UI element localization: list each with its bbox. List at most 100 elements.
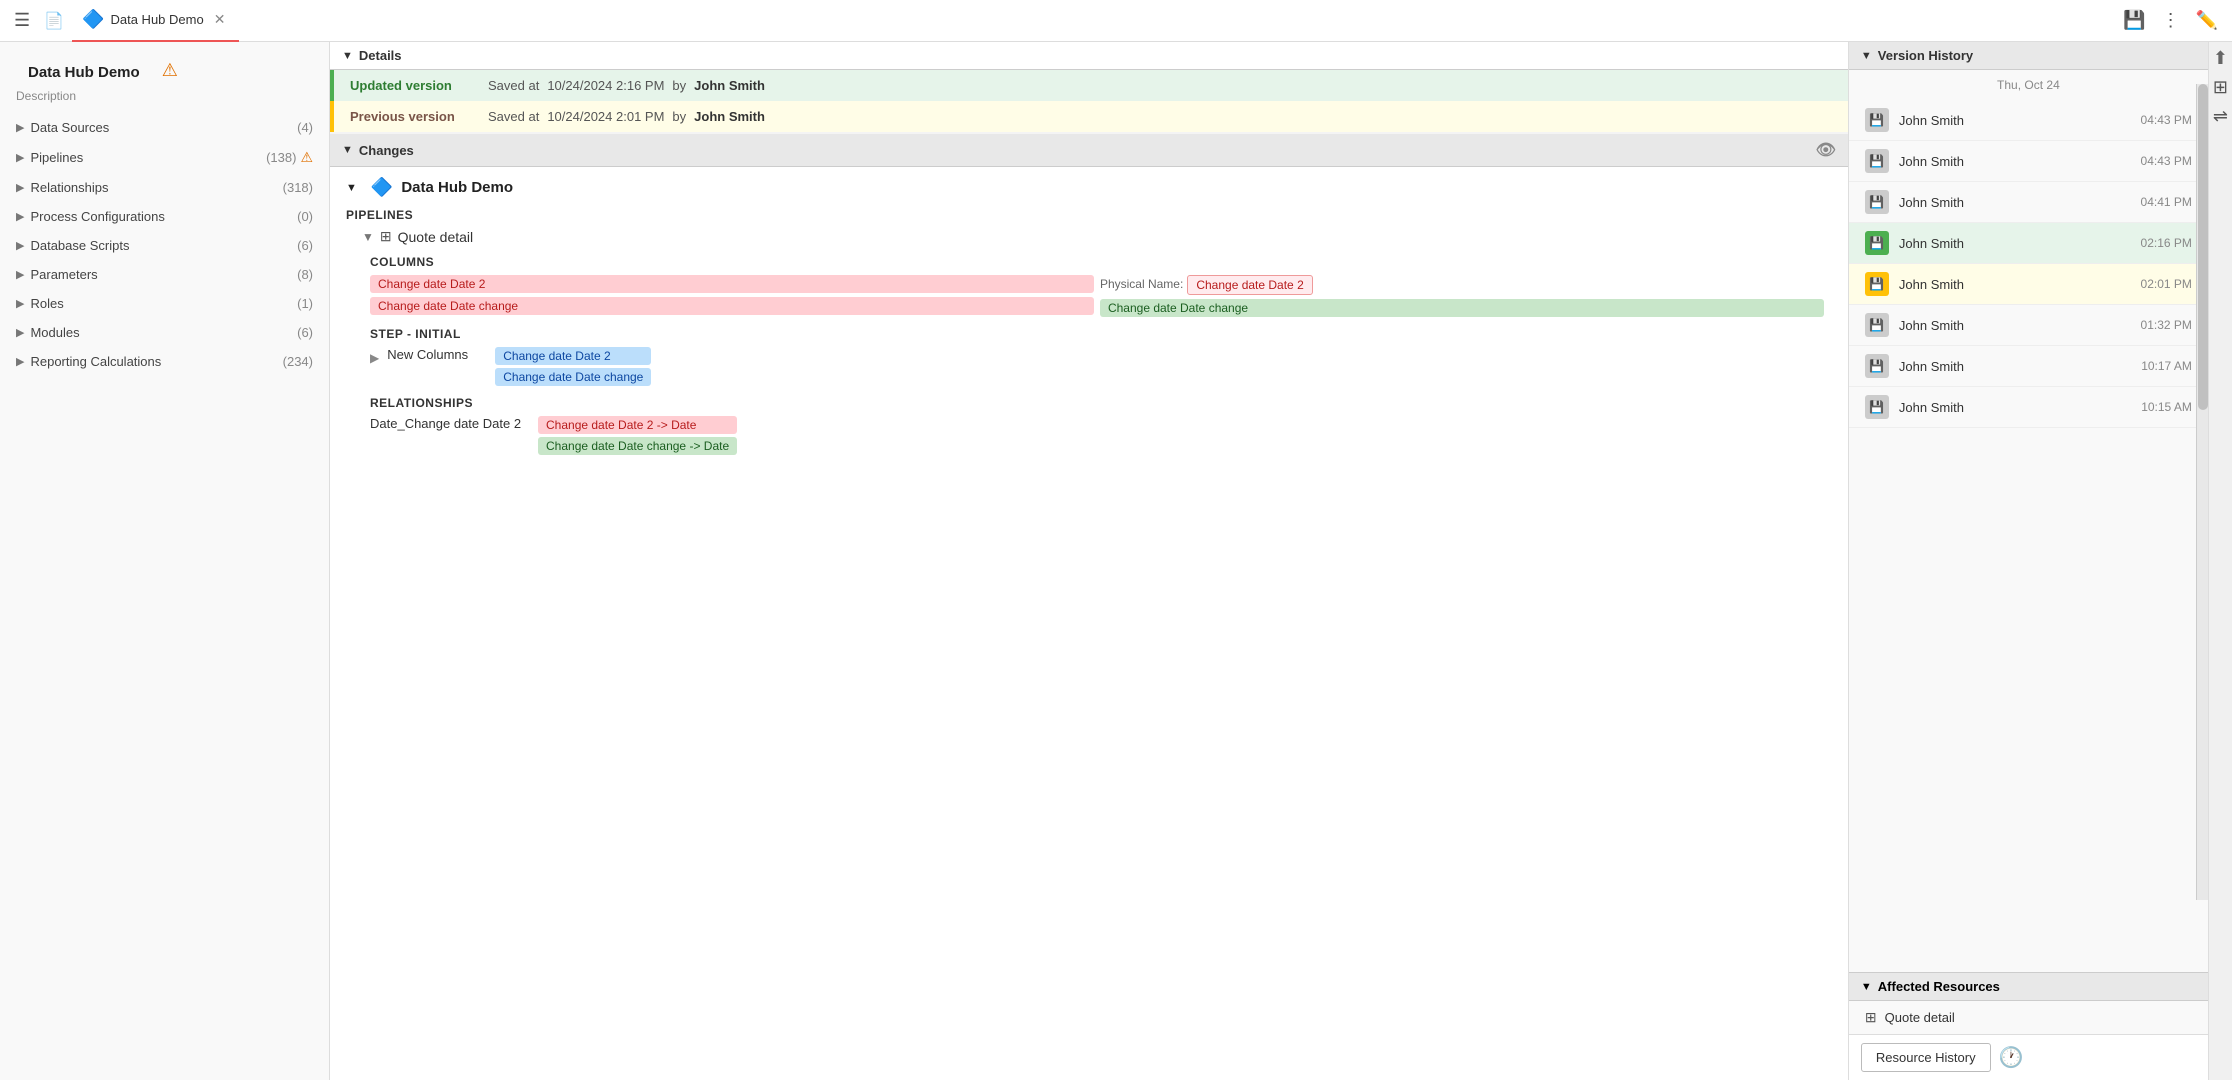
- parameters-count: (8): [297, 267, 313, 282]
- reporting-label: Reporting Calculations: [30, 354, 282, 369]
- pipeline-icon: ⊞: [380, 228, 392, 245]
- vh-time: 04:43 PM: [2141, 154, 2192, 168]
- db-scripts-count: (6): [297, 238, 313, 253]
- changes-visibility-icon[interactable]: 👁: [1816, 140, 1836, 160]
- right-footer: Resource History 🕐: [1849, 1034, 2208, 1080]
- pipelines-label: Pipelines: [30, 150, 266, 165]
- pipelines-count: (138): [266, 150, 296, 165]
- vh-save-icon: 💾: [1865, 395, 1889, 419]
- affected-resources-section-header: ▼ Affected Resources: [1849, 972, 2208, 1001]
- expand-arrow-icon: ▶: [16, 151, 24, 164]
- affected-resources-title: Affected Resources: [1878, 979, 2000, 994]
- version-history-item[interactable]: 💾 John Smith 04:41 PM: [1849, 182, 2208, 223]
- expand-arrow-icon: ▶: [16, 210, 24, 223]
- roles-count: (1): [297, 296, 313, 311]
- details-section-header: ▼ Details: [330, 42, 1848, 70]
- menu-icon[interactable]: ☰: [8, 6, 36, 35]
- data-sources-count: (4): [297, 120, 313, 135]
- db-scripts-label: Database Scripts: [30, 238, 297, 253]
- sidebar-item-pipelines[interactable]: ▶ Pipelines (138) ⚠: [0, 142, 329, 173]
- sidebar-item-reporting[interactable]: ▶ Reporting Calculations (234): [0, 347, 329, 376]
- modules-label: Modules: [30, 325, 297, 340]
- step-columns-tags: Change date Date 2 Change date Date chan…: [495, 347, 651, 386]
- previous-version-row: Previous version Saved at 10/24/2024 2:0…: [330, 101, 1848, 132]
- rel-tag-1: Change date Date 2 -> Date: [538, 416, 737, 434]
- parameters-label: Parameters: [30, 267, 297, 282]
- right-scrollbar[interactable]: [2196, 84, 2208, 900]
- vh-user-name: John Smith: [1899, 318, 2131, 333]
- tab-close-icon[interactable]: ✕: [210, 9, 230, 30]
- sidebar-item-relationships[interactable]: ▶ Relationships (318): [0, 173, 329, 202]
- tab-title: Data Hub Demo: [110, 12, 203, 27]
- sidebar-item-data-sources[interactable]: ▶ Data Sources (4): [0, 113, 329, 142]
- process-configs-label: Process Configurations: [30, 209, 297, 224]
- vh-save-icon: 💾: [1865, 108, 1889, 132]
- pipelines-section-label: PIPELINES: [346, 208, 1832, 222]
- version-history-item[interactable]: 💾 John Smith 04:43 PM: [1849, 100, 2208, 141]
- sidebar-item-roles[interactable]: ▶ Roles (1): [0, 289, 329, 318]
- sidebar-item-parameters[interactable]: ▶ Parameters (8): [0, 260, 329, 289]
- main-layout: Data Hub Demo ⚠ Description ▶ Data Sourc…: [0, 42, 2232, 1080]
- version-history-item-current[interactable]: 💾 John Smith 02:16 PM: [1849, 223, 2208, 264]
- version-history-item[interactable]: 💾 John Smith 10:15 AM: [1849, 387, 2208, 428]
- step-new-columns-row: ▶ New Columns Change date Date 2 Change …: [370, 347, 1832, 386]
- changes-collapse-arrow[interactable]: ▼: [342, 144, 353, 156]
- sidebar-item-modules[interactable]: ▶ Modules (6): [0, 318, 329, 347]
- updated-user: John Smith: [694, 78, 765, 93]
- file-icon[interactable]: 📄: [40, 7, 68, 35]
- vh-time: 01:32 PM: [2141, 318, 2192, 332]
- relationship-name: Date_Change date Date 2: [370, 416, 530, 431]
- vh-save-icon: 💾: [1865, 190, 1889, 214]
- phys-name-label: Physical Name:: [1100, 277, 1183, 291]
- edit-icon[interactable]: ✏️: [2190, 6, 2224, 35]
- vh-user-name: John Smith: [1899, 154, 2131, 169]
- tool-layers-icon[interactable]: ⊞: [2213, 77, 2228, 98]
- tool-arrow-up-icon[interactable]: ⬆: [2213, 48, 2228, 69]
- version-history-item[interactable]: 💾 John Smith 10:17 AM: [1849, 346, 2208, 387]
- vh-user-name: John Smith: [1899, 113, 2131, 128]
- hub-icon: 🔷: [371, 177, 393, 198]
- version-history-title: Version History: [1878, 48, 1973, 63]
- expand-arrow-icon: ▶: [16, 355, 24, 368]
- vh-save-icon: 💾: [1865, 354, 1889, 378]
- expand-arrow-icon: ▶: [16, 239, 24, 252]
- hub-tab-icon: 🔷: [82, 9, 104, 30]
- resource-history-button[interactable]: Resource History: [1861, 1043, 1991, 1072]
- phys-tag-2: Change date Date change: [1100, 299, 1824, 317]
- tool-connect-icon[interactable]: ⇌: [2213, 106, 2228, 127]
- new-columns-label: New Columns: [387, 347, 487, 362]
- updated-saved-text: Saved at: [488, 78, 539, 93]
- step-tag-2: Change date Date change: [495, 368, 651, 386]
- vh-user-name: John Smith: [1899, 236, 2131, 251]
- sidebar: Data Hub Demo ⚠ Description ▶ Data Sourc…: [0, 42, 330, 1080]
- vh-time: 02:01 PM: [2141, 277, 2192, 291]
- changes-section-header: ▼ Changes 👁: [330, 134, 1848, 167]
- more-options-icon[interactable]: ⋮: [2156, 6, 2186, 35]
- affected-resources-collapse-arrow[interactable]: ▼: [1861, 981, 1872, 993]
- vh-time: 02:16 PM: [2141, 236, 2192, 250]
- version-history-collapse-arrow[interactable]: ▼: [1861, 50, 1872, 62]
- tool-panel: ⬆ ⊞ ⇌: [2208, 42, 2232, 1080]
- version-history-item[interactable]: 💾 John Smith 01:32 PM: [1849, 305, 2208, 346]
- pipeline-collapse-arrow[interactable]: ▼: [362, 230, 374, 244]
- vh-user-name: John Smith: [1899, 277, 2131, 292]
- pipelines-warning-icon: ⚠: [300, 149, 313, 166]
- sidebar-item-db-scripts[interactable]: ▶ Database Scripts (6): [0, 231, 329, 260]
- hub-collapse-arrow[interactable]: ▼: [346, 182, 357, 194]
- version-history-date: Thu, Oct 24: [1849, 70, 2208, 100]
- columns-left: Change date Date 2 Change date Date chan…: [370, 275, 1094, 317]
- changes-title: Changes: [359, 143, 414, 158]
- version-history-item-previous[interactable]: 💾 John Smith 02:01 PM: [1849, 264, 2208, 305]
- sidebar-warning-icon: ⚠: [162, 60, 178, 81]
- expand-arrow-icon: ▶: [16, 297, 24, 310]
- version-history-item[interactable]: 💾 John Smith 04:43 PM: [1849, 141, 2208, 182]
- clock-icon[interactable]: 🕐: [1999, 1045, 2024, 1070]
- updated-version-row: Updated version Saved at 10/24/2024 2:16…: [330, 70, 1848, 101]
- expand-arrow-icon: ▶: [16, 268, 24, 281]
- active-tab[interactable]: 🔷 Data Hub Demo ✕: [72, 0, 239, 42]
- details-collapse-arrow[interactable]: ▼: [342, 50, 353, 62]
- sidebar-item-process-configs[interactable]: ▶ Process Configurations (0): [0, 202, 329, 231]
- vh-time: 04:41 PM: [2141, 195, 2192, 209]
- save-icon[interactable]: 💾: [2117, 6, 2151, 35]
- changes-panel: ▼ 🔷 Data Hub Demo PIPELINES ▼ ⊞ Quote de…: [330, 167, 1848, 1080]
